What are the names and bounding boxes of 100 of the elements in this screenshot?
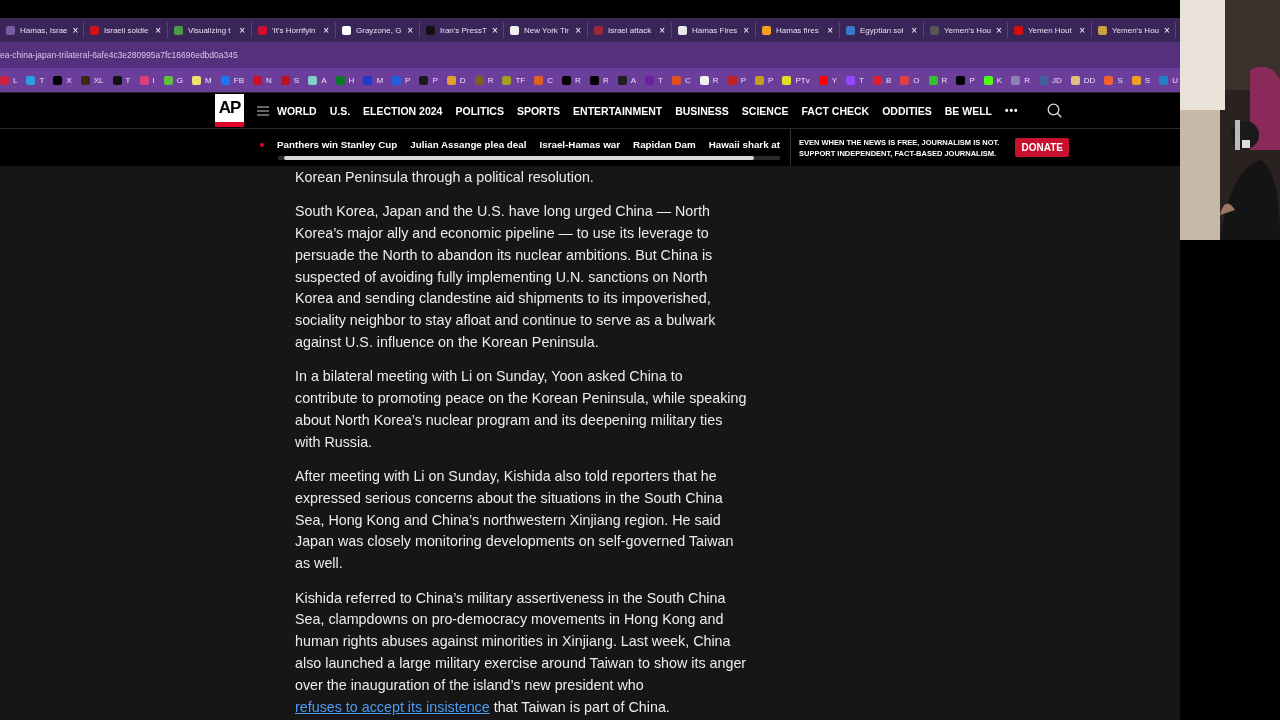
bookmark-label[interactable]: S	[1117, 75, 1123, 85]
close-tab-button[interactable]: ×	[239, 24, 245, 36]
more-menu[interactable]: •••	[1005, 105, 1019, 116]
nav-link[interactable]: WORLD	[277, 104, 317, 117]
nav-link[interactable]: ODDITIES	[882, 104, 932, 117]
bookmark-label[interactable]: R	[602, 75, 609, 85]
bookmark-label[interactable]: Y	[831, 75, 837, 85]
bookmark-icon[interactable]	[928, 75, 938, 85]
bookmark-label[interactable]: N	[266, 75, 272, 85]
bookmark-label[interactable]: T	[658, 75, 663, 85]
article-link[interactable]: refuses to accept its insistence	[295, 698, 490, 715]
browser-tab[interactable]: Egyptian sol ×	[840, 22, 924, 38]
close-tab-button[interactable]: ×	[659, 24, 665, 36]
bookmark-label[interactable]: C	[547, 75, 554, 85]
browser-tab[interactable]: Yemen's Hou ×	[1092, 22, 1176, 38]
nav-link[interactable]: BUSINESS	[675, 104, 729, 117]
nav-link[interactable]: SCIENCE	[741, 104, 789, 117]
bookmark-label[interactable]: I	[152, 75, 155, 85]
bookmark-label[interactable]: R	[712, 75, 719, 85]
bookmark-icon[interactable]	[699, 75, 709, 85]
bookmark-label[interactable]: X	[66, 75, 72, 85]
close-tab-button[interactable]: ×	[491, 24, 498, 36]
bookmark-label[interactable]: S	[293, 75, 300, 85]
bookmark-label[interactable]: S	[1144, 75, 1151, 85]
bookmark-icon[interactable]	[956, 75, 966, 85]
browser-tab[interactable]: Visualizing t ×	[168, 22, 252, 38]
trending-link[interactable]: Rapidan Dam	[633, 139, 696, 150]
donate-button[interactable]: DONATE	[1015, 138, 1069, 157]
browser-tab[interactable]: Grayzone, G ×	[336, 22, 420, 38]
bookmark-icon[interactable]	[589, 75, 599, 85]
bookmark-icon[interactable]	[1070, 75, 1080, 85]
bookmark-label[interactable]: T	[125, 75, 131, 85]
close-tab-button[interactable]: ×	[911, 24, 917, 36]
search-icon[interactable]	[1047, 103, 1062, 118]
bookmark-label[interactable]: M	[376, 75, 384, 85]
bookmark-icon[interactable]	[983, 75, 993, 85]
close-tab-button[interactable]: ×	[407, 24, 413, 36]
close-tab-button[interactable]: ×	[996, 24, 1002, 36]
browser-tab[interactable]: Israel attack ×	[588, 22, 672, 38]
bookmark-label[interactable]: FB	[233, 75, 244, 85]
address-field[interactable]: ea-china-japan-trilateral-6afe4c3e280995a7fc16696edbd0a345	[0, 50, 238, 60]
bookmark-label[interactable]: O	[913, 75, 920, 85]
bookmark-label[interactable]: P	[969, 75, 975, 85]
bookmark-label[interactable]: DD	[1083, 75, 1096, 85]
bookmark-label[interactable]: R	[575, 75, 581, 85]
bookmark-label[interactable]: C	[685, 75, 691, 85]
browser-tab[interactable]: Israeli soldie ×	[84, 22, 168, 38]
bookmark-label[interactable]: P	[432, 75, 438, 85]
bookmark-label[interactable]: U	[1172, 75, 1178, 85]
bookmark-label[interactable]: TF	[515, 75, 526, 85]
browser-tab[interactable]: Hamas, Israe ×	[0, 22, 84, 38]
bookmark-label[interactable]: P	[740, 75, 746, 85]
nav-link[interactable]: U.S.	[329, 104, 351, 117]
bookmark-icon[interactable]	[446, 75, 456, 85]
bookmark-label[interactable]: R	[487, 75, 494, 85]
close-tab-button[interactable]: ×	[72, 24, 79, 36]
bookmark-label[interactable]: H	[348, 75, 355, 85]
bookmark-label[interactable]: T	[859, 75, 864, 85]
bookmark-icon[interactable]	[755, 75, 765, 85]
close-tab-button[interactable]: ×	[323, 24, 329, 36]
close-tab-button[interactable]: ×	[1164, 24, 1170, 36]
bookmark-label[interactable]: G	[176, 75, 184, 85]
browser-tab[interactable]: Hamas Fires ×	[672, 22, 756, 38]
bookmark-label[interactable]: M	[205, 75, 212, 85]
bookmark-label[interactable]: L	[13, 75, 18, 85]
bookmark-icon[interactable]	[502, 75, 512, 85]
close-tab-button[interactable]: ×	[575, 24, 581, 36]
trending-link[interactable]: Hawaii shark at	[708, 139, 781, 150]
bookmark-label[interactable]: PTv	[795, 75, 810, 85]
menu-icon[interactable]	[257, 105, 269, 116]
close-tab-button[interactable]: ×	[1079, 24, 1085, 36]
bookmark-label[interactable]: JD	[1052, 75, 1062, 85]
bookmark-icon[interactable]	[163, 75, 173, 85]
bookmark-label[interactable]: XL	[93, 75, 104, 85]
scrollbar-thumb[interactable]	[284, 156, 754, 160]
bookmark-label[interactable]: P	[768, 75, 774, 85]
nav-link[interactable]: SPORTS	[516, 104, 561, 117]
browser-tab[interactable]: Hamas fires ×	[756, 22, 840, 38]
trending-link[interactable]: Julian Assange plea deal	[410, 139, 527, 150]
close-tab-button[interactable]: ×	[827, 24, 833, 36]
bookmark-icon[interactable]	[1131, 75, 1141, 85]
bookmark-label[interactable]: T	[39, 75, 45, 85]
close-tab-button[interactable]: ×	[743, 24, 749, 36]
bookmark-icon[interactable]	[308, 75, 318, 85]
bookmark-label[interactable]: D	[459, 75, 466, 85]
trending-link[interactable]: Panthers win Stanley Cup	[277, 139, 398, 150]
browser-tab[interactable]: Yemen's Hou ×	[924, 22, 1008, 38]
bookmark-label[interactable]: K	[996, 75, 1003, 85]
trending-link[interactable]: Israel-Hamas war	[539, 139, 621, 150]
nav-link[interactable]: ENTERTAINMENT	[573, 104, 663, 117]
nav-link[interactable]: FACT CHECK	[801, 104, 870, 117]
bookmark-icon[interactable]	[192, 75, 202, 85]
bookmark-label[interactable]: A	[630, 75, 637, 85]
browser-tab[interactable]: New York Tir ×	[504, 22, 588, 38]
bookmark-label[interactable]: P	[405, 75, 411, 85]
nav-link[interactable]: ELECTION 2024	[363, 104, 443, 117]
bookmark-label[interactable]: R	[941, 75, 948, 85]
bookmark-label[interactable]: A	[321, 75, 327, 85]
bookmark-label[interactable]: R	[1024, 75, 1030, 85]
nav-link[interactable]: POLITICS	[455, 104, 504, 117]
